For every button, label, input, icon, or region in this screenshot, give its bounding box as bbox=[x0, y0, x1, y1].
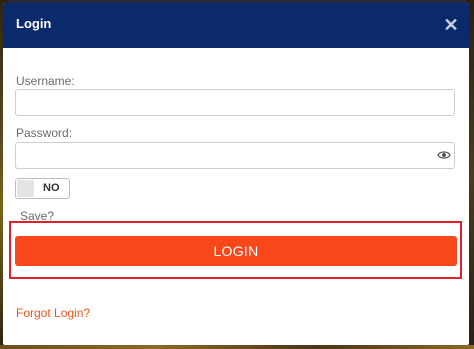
close-icon[interactable]: ✕ bbox=[443, 16, 459, 34]
login-button[interactable]: LOGIN bbox=[15, 236, 457, 266]
password-input[interactable] bbox=[15, 142, 455, 169]
login-modal: Login ✕ Username: Password: NO Save? LOG… bbox=[3, 3, 469, 345]
eye-icon[interactable] bbox=[437, 149, 451, 161]
toggle-state: NO bbox=[43, 182, 60, 194]
forgot-login-link[interactable]: Forgot Login? bbox=[16, 306, 90, 320]
modal-title: Login bbox=[16, 16, 52, 31]
modal-header: Login ✕ bbox=[3, 3, 469, 48]
password-label: Password: bbox=[16, 126, 73, 140]
background-bottom bbox=[0, 345, 474, 349]
username-label: Username: bbox=[16, 74, 75, 88]
toggle-knob bbox=[17, 180, 34, 197]
username-input[interactable] bbox=[15, 89, 455, 116]
save-toggle[interactable]: NO bbox=[15, 178, 70, 199]
